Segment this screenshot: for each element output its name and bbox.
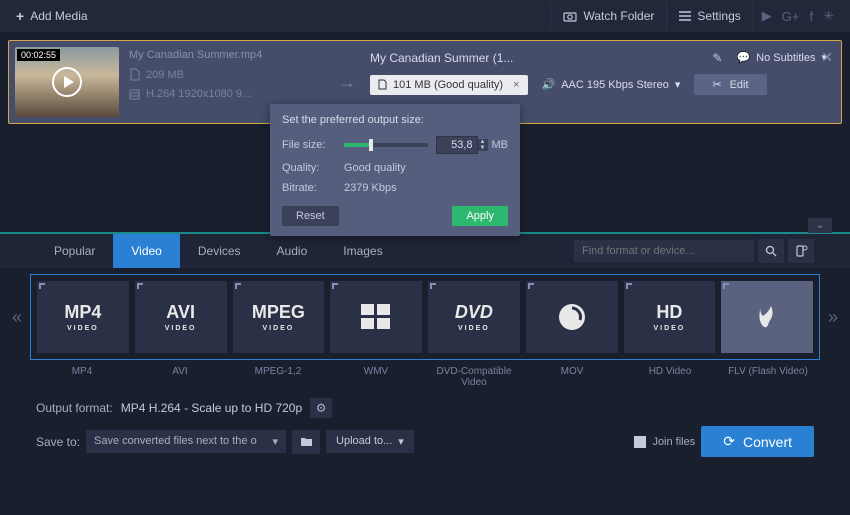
format-mpeg[interactable]: MPEGVIDEO [233, 281, 325, 353]
save-to-dropdown[interactable]: Save converted files next to the o ▾ [86, 430, 286, 453]
bitrate-value: 2379 Kbps [344, 182, 397, 194]
audio-dropdown[interactable]: 🔊 AAC 195 Kbps Stereo ▾ [534, 74, 689, 95]
audio-value: AAC 195 Kbps Stereo [561, 79, 669, 91]
output-name: My Canadian Summer (1... [370, 51, 706, 65]
filesize-label: File size: [282, 139, 344, 151]
quality-label: Quality: [282, 162, 344, 174]
file-icon [129, 68, 140, 81]
subtitle-icon: 💬 [736, 51, 750, 64]
remove-file-button[interactable]: ✕ [821, 49, 833, 66]
file-size: 209 MB [146, 69, 184, 81]
reset-button[interactable]: Reset [282, 206, 339, 226]
gear-icon: ⚙ [316, 401, 327, 415]
collapse-toggle[interactable]: ⌄ [808, 218, 832, 233]
app-icon[interactable]: ✳ [823, 8, 834, 24]
file-name: My Canadian Summer.mp4 [129, 49, 324, 61]
checkbox-icon [634, 436, 646, 448]
search-input[interactable] [574, 240, 754, 262]
filesize-input[interactable] [436, 136, 478, 154]
save-to-value: Save converted files next to the o [94, 435, 257, 448]
tab-video[interactable]: Video [113, 234, 179, 268]
add-media-button[interactable]: + Add Media [8, 4, 96, 28]
facebook-icon[interactable]: f [809, 9, 813, 24]
save-to-label: Save to: [36, 435, 80, 449]
format-labels: MP4 AVI MPEG-1,2 WMV DVD-Compatible Vide… [0, 366, 850, 388]
social-icons: ▶ G+ f ✳ [753, 0, 842, 32]
popup-title: Set the preferred output size: [282, 114, 508, 126]
output-settings-button[interactable]: ⚙ [310, 398, 332, 418]
chevron-down-icon: ▾ [398, 435, 404, 448]
convert-label: Convert [743, 434, 792, 450]
edit-button[interactable]: ✂ Edit [694, 74, 766, 95]
filesize-spinner[interactable]: ▲▼ [478, 139, 488, 151]
convert-button[interactable]: ⟳ Convert [701, 426, 814, 457]
settings-label: Settings [697, 9, 740, 23]
filesize-slider[interactable] [344, 143, 428, 147]
tab-audio[interactable]: Audio [259, 234, 326, 268]
filesize-unit: MB [492, 139, 509, 151]
chevron-down-icon: ▾ [273, 435, 279, 448]
thumbnail-duration: 00:02:55 [17, 49, 60, 61]
format-flv[interactable] [721, 281, 813, 353]
quality-value: Good quality [344, 162, 406, 174]
format-mp4[interactable]: MP4VIDEO [37, 281, 129, 353]
close-icon[interactable]: × [513, 79, 519, 91]
tab-popular[interactable]: Popular [36, 234, 113, 268]
hamburger-icon [679, 11, 691, 21]
edit-name-icon[interactable]: ✎ [712, 51, 722, 65]
tab-images[interactable]: Images [325, 234, 400, 268]
prev-formats-button[interactable]: « [4, 307, 30, 328]
device-detect-button[interactable] [788, 239, 814, 263]
watch-folder-button[interactable]: Watch Folder [550, 3, 666, 29]
add-media-label: Add Media [30, 9, 87, 23]
file-codec: H.264 1920x1080 9... [146, 88, 251, 100]
search-button[interactable] [758, 239, 784, 263]
browse-folder-button[interactable] [292, 430, 320, 454]
camera-icon [563, 11, 577, 22]
apply-button[interactable]: Apply [452, 206, 508, 226]
play-icon[interactable] [52, 67, 82, 97]
output-size-button[interactable]: 101 MB (Good quality) × [370, 75, 528, 95]
file-icon [378, 79, 387, 90]
scissors-icon: ✂ [712, 78, 721, 91]
watch-folder-label: Watch Folder [583, 9, 654, 23]
upload-label: Upload to... [336, 435, 392, 448]
subtitles-dropdown[interactable]: 💬 No Subtitles ▾ [728, 47, 835, 68]
speaker-icon: 🔊 [542, 78, 556, 91]
format-hd[interactable]: HDVIDEO [624, 281, 716, 353]
tab-devices[interactable]: Devices [180, 234, 259, 268]
output-size-value: 101 MB (Good quality) [393, 79, 503, 91]
top-toolbar: + Add Media Watch Folder Settings ▶ G+ f… [0, 0, 850, 32]
format-grid: MP4VIDEO AVIVIDEO MPEGVIDEO DVDVIDEO HDV… [30, 274, 820, 360]
output-size-popup: Set the preferred output size: File size… [270, 104, 520, 236]
format-mov[interactable] [526, 281, 618, 353]
format-dvd[interactable]: DVDVIDEO [428, 281, 520, 353]
google-plus-icon[interactable]: G+ [782, 9, 800, 24]
video-codec-icon [129, 89, 140, 100]
youtube-icon[interactable]: ▶ [762, 8, 772, 24]
output-format-label: Output format: [36, 401, 113, 415]
join-files-label: Join files [652, 436, 695, 448]
bitrate-label: Bitrate: [282, 182, 344, 194]
format-wmv[interactable] [330, 281, 422, 353]
format-avi[interactable]: AVIVIDEO [135, 281, 227, 353]
refresh-icon: ⟳ [723, 433, 735, 450]
output-format-value: MP4 H.264 - Scale up to HD 720p [121, 401, 302, 415]
plus-icon: + [16, 8, 24, 24]
settings-button[interactable]: Settings [666, 3, 752, 29]
folder-icon [300, 436, 313, 447]
video-thumbnail[interactable]: 00:02:55 [15, 47, 119, 117]
join-files-checkbox[interactable]: Join files [634, 436, 695, 448]
next-formats-button[interactable]: » [820, 307, 846, 328]
upload-dropdown[interactable]: Upload to... ▾ [326, 430, 414, 453]
subtitles-value: No Subtitles [756, 52, 815, 64]
format-tabs: Popular Video Devices Audio Images [0, 234, 850, 268]
chevron-down-icon: ▾ [675, 78, 681, 91]
edit-label: Edit [730, 79, 749, 91]
